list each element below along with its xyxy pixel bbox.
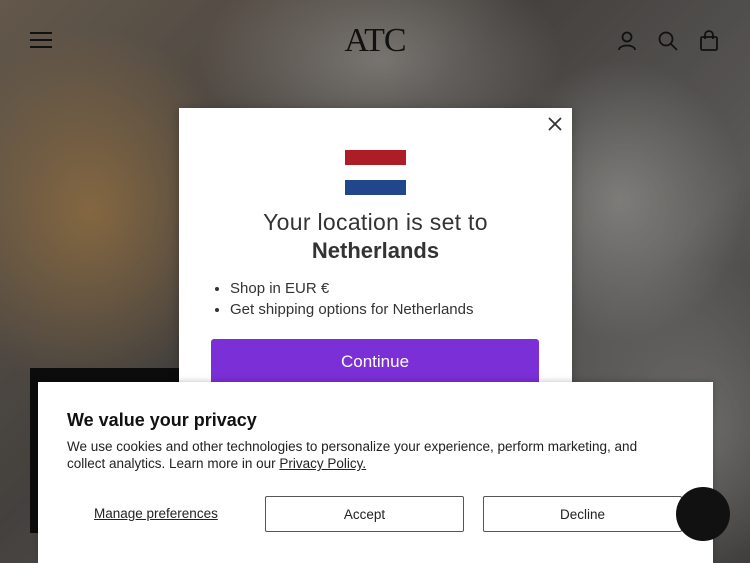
location-benefits-list: Shop in EUR € Get shipping options for N… [210,278,473,320]
location-heading: Your location is set to [263,209,488,235]
list-item: Get shipping options for Netherlands [230,299,473,320]
account-icon[interactable] [616,30,638,52]
cart-icon[interactable] [698,30,720,52]
cookie-consent-banner: We value your privacy We use cookies and… [38,382,713,563]
list-item: Shop in EUR € [230,278,473,299]
privacy-policy-link[interactable]: Privacy Policy. [279,456,366,471]
netherlands-flag-icon [345,150,406,195]
location-country: Netherlands [311,238,440,263]
cookie-description: We use cookies and other technologies to… [67,438,677,472]
cookie-title: We value your privacy [67,410,257,430]
accept-button[interactable]: Accept [265,496,464,532]
chat-widget-icon[interactable] [676,487,730,541]
close-icon[interactable] [548,117,562,131]
search-icon[interactable] [657,30,679,52]
location-modal: Your location is set to Netherlands Shop… [179,108,572,408]
site-header: ATC [0,0,750,80]
manage-preferences-link[interactable]: Manage preferences [94,506,218,521]
continue-button[interactable]: Continue [211,339,539,385]
decline-button[interactable]: Decline [483,496,682,532]
